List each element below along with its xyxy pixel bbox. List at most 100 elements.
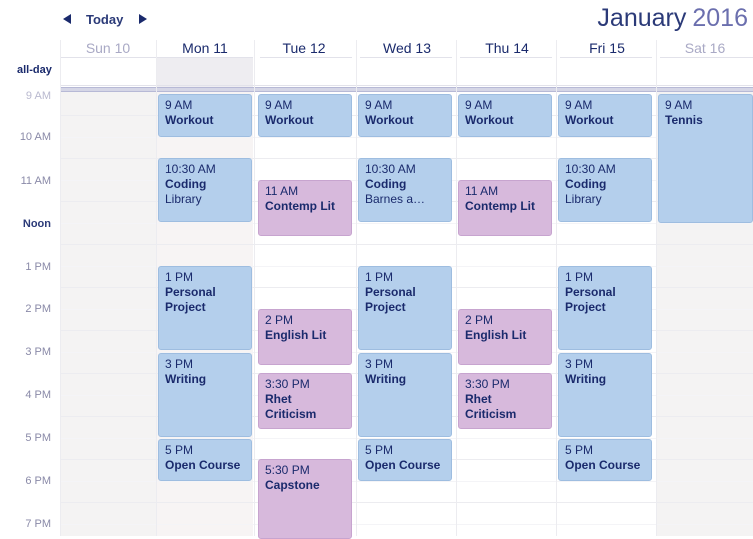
header-underline — [460, 57, 552, 58]
event-title: Personal Project — [365, 285, 416, 314]
event-title: Coding — [565, 177, 607, 191]
event-title: Rhet Criticism — [265, 392, 317, 421]
event-title: Workout — [365, 113, 414, 127]
event-coding[interactable]: 10:30 AM Coding Library — [558, 158, 652, 222]
event-time: 2 PM — [465, 313, 494, 327]
half-hour-line — [60, 524, 753, 525]
event-time: 5 PM — [365, 443, 394, 457]
header-underline — [260, 57, 352, 58]
title-year: 2016 — [692, 4, 748, 32]
allday-divider — [60, 85, 753, 86]
allday-separator-bar[interactable] — [60, 87, 753, 92]
column-divider — [356, 40, 357, 536]
header-underline — [360, 57, 452, 58]
day-header-thu[interactable]: Thu 14 — [457, 40, 557, 58]
event-time: 3 PM — [165, 357, 194, 371]
event-personal-project[interactable]: 1 PM Personal Project — [558, 266, 652, 350]
event-time: 1 PM — [365, 270, 394, 284]
event-time: 9 AM — [665, 98, 693, 112]
event-personal-project[interactable]: 1 PM Personal Project — [158, 266, 252, 350]
event-workout[interactable]: 9 AM Workout — [158, 94, 252, 137]
event-workout[interactable]: 9 AM Workout — [458, 94, 552, 137]
event-title: Open Course — [365, 458, 441, 472]
event-title: English Lit — [465, 328, 527, 342]
day-header-wed[interactable]: Wed 13 — [357, 40, 457, 58]
day-header-tue[interactable]: Tue 12 — [254, 40, 354, 58]
event-time: 10:30 AM — [165, 162, 216, 176]
event-time: 10:30 AM — [565, 162, 616, 176]
event-title: Workout — [465, 113, 514, 127]
event-time: 11 AM — [465, 184, 499, 198]
event-open-course[interactable]: 5 PM Open Course — [358, 439, 452, 481]
event-writing[interactable]: 3 PM Writing — [558, 353, 652, 437]
event-workout[interactable]: 9 AM Workout — [258, 94, 352, 137]
event-open-course[interactable]: 5 PM Open Course — [158, 439, 252, 481]
event-writing[interactable]: 3 PM Writing — [158, 353, 252, 437]
today-button[interactable]: Today — [86, 12, 123, 27]
time-label-5pm: 5 PM — [25, 432, 51, 444]
previous-week-arrow-icon[interactable] — [60, 11, 74, 27]
next-week-arrow-icon[interactable] — [136, 11, 150, 27]
event-workout[interactable]: 9 AM Workout — [558, 94, 652, 137]
event-title: Open Course — [565, 458, 641, 472]
event-time: 10:30 AM — [365, 162, 416, 176]
event-writing[interactable]: 3 PM Writing — [358, 353, 452, 437]
title-month: January — [597, 4, 687, 32]
event-title: Workout — [565, 113, 614, 127]
event-title: English Lit — [265, 328, 327, 342]
event-title: Rhet Criticism — [465, 392, 517, 421]
event-coding[interactable]: 10:30 AM Coding Barnes a… — [358, 158, 452, 222]
column-divider — [60, 40, 61, 536]
event-tennis[interactable]: 9 AM Tennis — [658, 94, 753, 223]
half-hour-line — [60, 223, 753, 224]
hour-line — [60, 244, 753, 245]
event-time: 11 AM — [265, 184, 299, 198]
event-title: Personal Project — [165, 285, 216, 314]
event-time: 3 PM — [365, 357, 394, 371]
time-label-1pm: 1 PM — [25, 261, 51, 273]
day-header-fri[interactable]: Fri 15 — [557, 40, 657, 58]
time-label-2pm: 2 PM — [25, 303, 51, 315]
header-underline — [60, 57, 156, 58]
time-label-6pm: 6 PM — [25, 475, 51, 487]
column-divider — [656, 40, 657, 536]
event-title: Personal Project — [565, 285, 616, 314]
event-title: Contemp Lit — [265, 199, 335, 213]
time-label-10am: 10 AM — [19, 131, 51, 143]
event-rhet-criticism[interactable]: 3:30 PM Rhet Criticism — [258, 373, 352, 429]
event-title: Tennis — [665, 113, 703, 127]
event-workout[interactable]: 9 AM Workout — [358, 94, 452, 137]
event-title: Writing — [565, 372, 607, 386]
event-title: Contemp Lit — [465, 199, 535, 213]
event-contemp-lit[interactable]: 11 AM Contemp Lit — [258, 180, 352, 236]
event-time: 9 AM — [565, 98, 593, 112]
event-english-lit[interactable]: 2 PM English Lit — [458, 309, 552, 365]
event-time: 2 PM — [265, 313, 294, 327]
time-label-7pm: 7 PM — [25, 518, 51, 530]
time-label-11am: 11 AM — [20, 175, 51, 187]
event-personal-project[interactable]: 1 PM Personal Project — [358, 266, 452, 350]
event-rhet-criticism[interactable]: 3:30 PM Rhet Criticism — [458, 373, 552, 429]
event-title: Writing — [365, 372, 407, 386]
event-coding[interactable]: 10:30 AM Coding Library — [158, 158, 252, 222]
event-title: Workout — [265, 113, 314, 127]
allday-cell-mon[interactable] — [157, 58, 253, 87]
event-time: 9 AM — [365, 98, 393, 112]
event-title: Coding — [365, 177, 407, 191]
event-contemp-lit[interactable]: 11 AM Contemp Lit — [458, 180, 552, 236]
event-capstone[interactable]: 5:30 PM Capstone — [258, 459, 352, 539]
calendar-title: January 2016 — [597, 4, 748, 33]
day-header-sat[interactable]: Sat 16 — [657, 40, 753, 58]
event-location: Library — [565, 192, 602, 206]
allday-label: all-day — [17, 64, 52, 76]
event-time: 9 AM — [165, 98, 193, 112]
column-divider — [456, 40, 457, 536]
event-title: Workout — [165, 113, 214, 127]
day-header-sun[interactable]: Sun 10 — [60, 40, 156, 58]
event-title: Coding — [165, 177, 207, 191]
day-header-mon[interactable]: Mon 11 — [157, 40, 253, 58]
event-open-course[interactable]: 5 PM Open Course — [558, 439, 652, 481]
event-time: 5 PM — [165, 443, 194, 457]
event-english-lit[interactable]: 2 PM English Lit — [258, 309, 352, 365]
column-divider — [556, 40, 557, 536]
